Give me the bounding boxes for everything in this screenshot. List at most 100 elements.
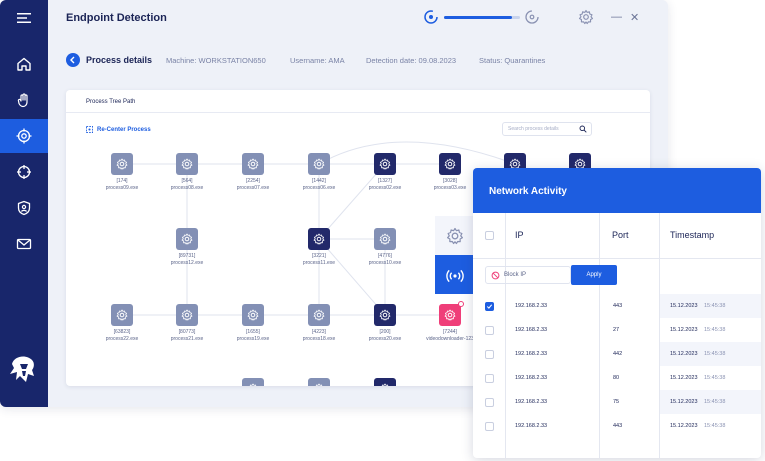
network-signal-icon: [446, 269, 464, 282]
row-checkbox[interactable]: [485, 302, 494, 311]
table-row[interactable]: 192.168.2.33 75 15.12.2023 15:45:38: [473, 390, 761, 414]
sidebar-item-target[interactable]: [0, 119, 48, 153]
header-divider: [473, 258, 761, 259]
sidebar: [0, 0, 48, 407]
process-node[interactable]: [176, 304, 198, 326]
process-name: process19.exe: [236, 335, 270, 342]
row-checkbox[interactable]: [485, 350, 494, 359]
timestamp-date-cell: 15.12.2023: [670, 351, 698, 357]
apply-button[interactable]: Apply: [571, 265, 617, 285]
process-node[interactable]: [374, 304, 396, 326]
tab-settings[interactable]: [435, 216, 475, 255]
process-node-label: [4223] process18.exe: [289, 329, 349, 342]
table-row[interactable]: 192.168.2.33 443 15.12.2023 15:45:38: [473, 414, 761, 438]
ip-cell: 192.168.2.33: [515, 351, 548, 357]
sidebar-item-mail[interactable]: [0, 227, 48, 261]
process-node[interactable]: [439, 301, 464, 326]
table-row[interactable]: 192.168.2.33 80 15.12.2023 15:45:38: [473, 366, 761, 390]
process-node[interactable]: [242, 378, 264, 386]
process-node-label: [80773] process21.exe: [157, 329, 217, 342]
sidebar-item-hand[interactable]: [0, 83, 48, 117]
ip-cell: 192.168.2.33: [515, 327, 548, 333]
sidebar-item-home[interactable]: [0, 47, 48, 81]
username-label: Username: AMA: [290, 56, 345, 65]
process-node-label: [2254] process07.exe: [223, 178, 283, 191]
process-name: process18.exe: [302, 335, 336, 342]
row-checkbox[interactable]: [485, 326, 494, 335]
table-row[interactable]: 192.168.2.33 443 15.12.2023 15:45:38: [473, 294, 761, 318]
process-node[interactable]: [374, 378, 396, 386]
menu-icon[interactable]: [16, 10, 32, 26]
port-cell: 443: [613, 423, 623, 429]
row-checkbox[interactable]: [485, 422, 494, 431]
process-node[interactable]: [308, 304, 330, 326]
table-row[interactable]: 192.168.2.33 27 15.12.2023 15:45:38: [473, 318, 761, 342]
ip-cell: 192.168.2.33: [515, 303, 548, 309]
gear-icon: [379, 309, 391, 321]
app-title: Endpoint Detection: [66, 12, 167, 24]
mail-icon: [16, 238, 32, 250]
target-icon: [16, 128, 32, 144]
row-checkbox[interactable]: [485, 398, 494, 407]
tab-network[interactable]: [435, 255, 475, 294]
process-node[interactable]: [308, 153, 330, 175]
settings-gear-icon[interactable]: [578, 9, 594, 25]
timestamp-date-cell: 15.12.2023: [670, 303, 698, 309]
detection-date-label: Detection date: 09.08.2023: [366, 56, 457, 65]
scan-icon[interactable]: [423, 9, 439, 25]
process-node[interactable]: [374, 153, 396, 175]
process-node[interactable]: [308, 378, 330, 386]
refresh-scan-icon[interactable]: [524, 9, 540, 25]
column-header-ip[interactable]: IP: [515, 230, 524, 240]
process-node[interactable]: [439, 153, 461, 175]
timestamp-time-cell: 15:45:38: [704, 327, 726, 333]
timestamp-date-cell: 15.12.2023: [670, 423, 698, 429]
network-panel-header: Network Activity: [473, 168, 761, 213]
process-node-label: [1327] process02.exe: [355, 178, 415, 191]
minimize-button[interactable]: —: [611, 11, 622, 23]
column-header-port[interactable]: Port: [612, 230, 629, 240]
close-button[interactable]: ✕: [630, 11, 639, 24]
sidebar-item-crosshair[interactable]: [0, 155, 48, 189]
process-node[interactable]: [111, 304, 133, 326]
process-node[interactable]: [242, 304, 264, 326]
port-cell: 27: [613, 327, 620, 333]
process-name: process06.exe: [302, 184, 336, 191]
process-name: process10.exe: [368, 259, 402, 266]
ip-cell: 192.168.2.33: [515, 399, 548, 405]
table-row[interactable]: 192.168.2.33 442 15.12.2023 15:45:38: [473, 342, 761, 366]
shield-user-icon: [17, 200, 31, 216]
select-all-checkbox[interactable]: [485, 231, 494, 240]
timestamp-time-cell: 15:45:38: [704, 423, 726, 429]
gear-icon: [181, 233, 193, 245]
process-node-label: [1655] process19.exe: [223, 329, 283, 342]
crosshair-icon: [17, 165, 31, 179]
gear-icon: [381, 383, 389, 386]
timestamp-date-cell: 15.12.2023: [670, 399, 698, 405]
port-cell: 75: [613, 399, 620, 405]
block-ip-input[interactable]: Block IP: [485, 266, 571, 284]
timestamp-date-cell: 15.12.2023: [670, 327, 698, 333]
scan-progress-fill: [444, 16, 513, 19]
port-cell: 443: [613, 303, 623, 309]
gear-icon: [247, 309, 259, 321]
process-node[interactable]: [176, 228, 198, 250]
column-header-timestamp[interactable]: Timestamp: [670, 230, 714, 240]
row-checkbox[interactable]: [485, 374, 494, 383]
gear-icon: [444, 309, 456, 321]
ip-cell: 192.168.2.33: [515, 375, 548, 381]
process-node[interactable]: [374, 228, 396, 250]
back-button[interactable]: [66, 53, 80, 67]
timestamp-time-cell: 15:45:38: [704, 303, 726, 309]
process-node[interactable]: [308, 228, 330, 250]
process-node[interactable]: [176, 153, 198, 175]
warrior-logo-icon: [10, 356, 34, 382]
process-name: process20.exe: [368, 335, 402, 342]
alert-badge: [458, 301, 464, 307]
process-node[interactable]: [111, 153, 133, 175]
process-name: process21.exe: [170, 335, 204, 342]
process-node-label: [89731] process12.exe: [157, 253, 217, 266]
sidebar-item-shield[interactable]: [0, 191, 48, 225]
process-node[interactable]: [242, 153, 264, 175]
process-name: process07.exe: [236, 184, 270, 191]
